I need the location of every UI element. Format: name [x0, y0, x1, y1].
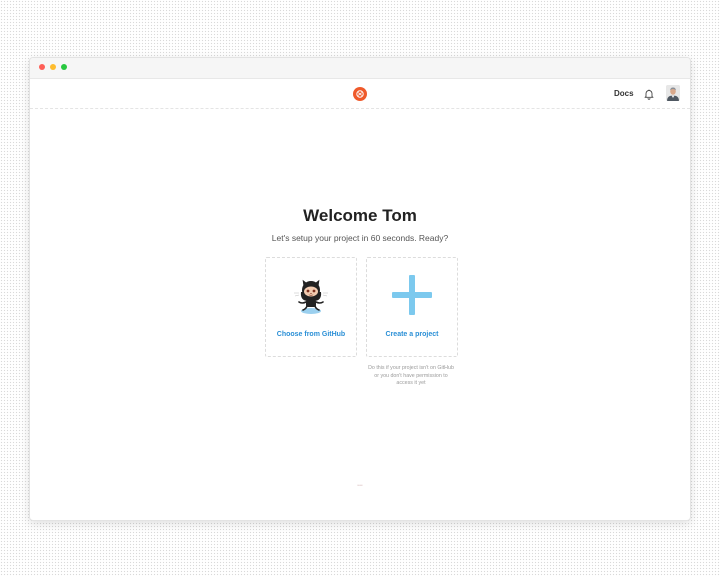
app-header: Docs [30, 79, 690, 109]
create-project-card[interactable]: Create a project [366, 257, 458, 357]
user-avatar[interactable] [666, 85, 680, 101]
octocat-icon [294, 279, 328, 314]
page-title: Welcome Tom [303, 206, 417, 225]
maximize-window-button[interactable] [61, 64, 67, 70]
flame-logo-icon[interactable] [353, 87, 367, 101]
choose-from-github-card[interactable]: Choose from GitHub [265, 257, 357, 357]
create-project-hint: Do this if your project isn't on GitHub … [368, 365, 454, 386]
choose-from-github-label: Choose from GitHub [276, 331, 346, 338]
window-titlebar [30, 58, 690, 79]
page-subtitle: Let's setup your project in 60 seconds. … [271, 233, 449, 243]
close-window-button[interactable] [39, 64, 45, 70]
docs-link[interactable]: Docs [614, 89, 634, 98]
bell-icon[interactable] [643, 87, 655, 100]
onboarding-content: Welcome Tom Let's setup your project in … [30, 109, 690, 520]
browser-window: Docs Welcome Tom Let's setup your projec… [29, 57, 691, 521]
plus-icon [392, 275, 432, 315]
footer-mark: ••••• [357, 483, 363, 487]
minimize-window-button[interactable] [50, 64, 56, 70]
create-project-label: Create a project [385, 331, 439, 338]
